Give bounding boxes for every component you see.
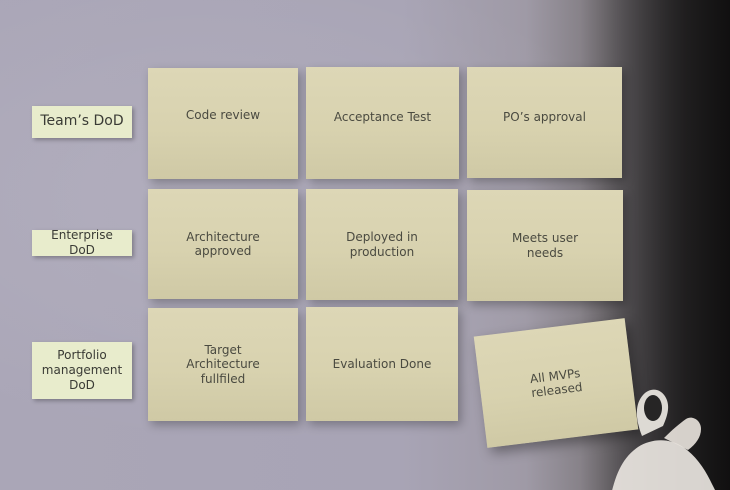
row-label-team-dod: Team’s DoD (32, 106, 132, 138)
row-label-text: Enterprise DoD (51, 228, 113, 257)
sticky-note-all-mvps-released: All MVPs released (473, 318, 639, 448)
sticky-note-text: All MVPs released (529, 365, 584, 401)
sticky-note-text: Meets user needs (511, 231, 579, 260)
sticky-note-text: PO’s approval (503, 110, 586, 124)
sticky-note-text: Acceptance Test (333, 110, 432, 124)
sticky-note-architecture-approved: Architecture approved (148, 189, 298, 299)
sticky-note-pos-approval: PO’s approval (467, 67, 622, 178)
sticky-note-text: Architecture approved (186, 229, 260, 258)
sticky-note-deployed-in-production: Deployed in production (306, 189, 458, 300)
row-label-text: Team’s DoD (40, 113, 124, 130)
sticky-note-text: Code review (185, 108, 261, 122)
sticky-note-text: Deployed in production (346, 230, 418, 259)
sticky-note-text: Evaluation Done (332, 356, 432, 371)
sticky-note-target-architecture: Target Architecture fullfiled (148, 308, 298, 421)
sticky-note-code-review: Code review (148, 68, 298, 179)
row-label-portfolio-management-dod: Portfolio management DoD (32, 342, 132, 399)
sticky-note-meets-user-needs: Meets user needs (467, 190, 623, 301)
sticky-note-text: Target Architecture fullfiled (186, 342, 260, 386)
sticky-note-acceptance-test: Acceptance Test (306, 67, 459, 179)
row-label-enterprise-dod: Enterprise DoD (32, 228, 132, 257)
sticky-note-evaluation-done: Evaluation Done (306, 307, 458, 421)
row-label-text: Portfolio management DoD (41, 348, 123, 392)
